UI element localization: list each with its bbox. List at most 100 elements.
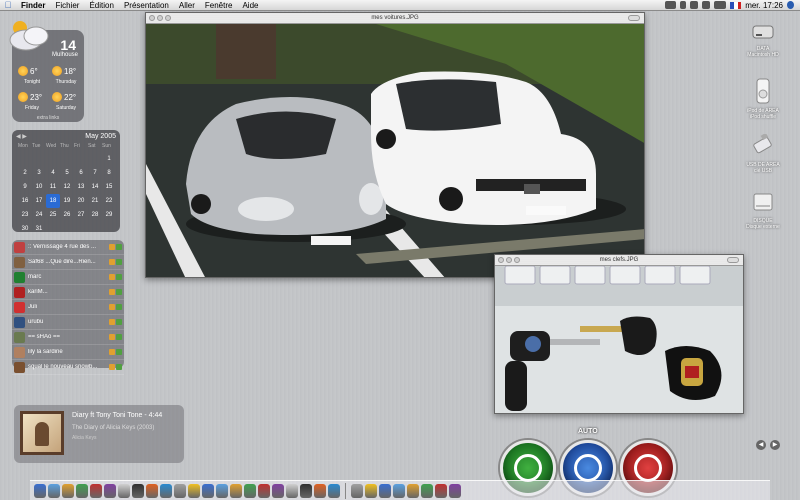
buddy-row[interactable]: marc — [12, 270, 124, 285]
calendar-day[interactable]: 17 — [32, 194, 46, 208]
calendar-day[interactable]: 23 — [18, 208, 32, 222]
menu-fenetre[interactable]: Fenêtre — [200, 1, 238, 10]
menu-aide[interactable]: Aide — [237, 1, 263, 10]
calendar-day[interactable]: 13 — [74, 180, 88, 194]
dock-app-icon[interactable] — [90, 483, 102, 498]
next-arrow-button[interactable]: ▶ — [770, 440, 780, 450]
dock-app-icon[interactable] — [314, 483, 326, 498]
calendar-day[interactable]: 31 — [32, 222, 46, 236]
dock-app-icon[interactable] — [421, 483, 433, 498]
dock-app-icon[interactable] — [76, 483, 88, 498]
calendar-day[interactable]: 1 — [102, 152, 116, 166]
close-button[interactable] — [498, 257, 504, 263]
dock-app-icon[interactable] — [160, 483, 172, 498]
image-window-cars[interactable]: mes voitures.JPG — [145, 12, 645, 278]
dock-app-icon[interactable] — [365, 483, 377, 498]
dock-app-icon[interactable] — [132, 483, 144, 498]
calendar-day[interactable]: 12 — [60, 180, 74, 194]
weather-widget[interactable]: 14 Mulhouse 6° Tonight 18° Thursday 23° … — [9, 21, 84, 122]
calendar-day[interactable]: 14 — [88, 180, 102, 194]
calendar-day[interactable]: 19 — [60, 194, 74, 208]
dock-app-icon[interactable] — [104, 483, 116, 498]
menu-fichier[interactable]: Fichier — [50, 1, 84, 10]
dock-app-icon[interactable] — [407, 483, 419, 498]
buddy-row[interactable]: Juli — [12, 300, 124, 315]
calendar-day[interactable]: 8 — [102, 166, 116, 180]
calendar-day[interactable]: 4 — [46, 166, 60, 180]
calendar-day[interactable]: 25 — [46, 208, 60, 222]
zoom-button[interactable] — [514, 257, 520, 263]
dock-app-icon[interactable] — [188, 483, 200, 498]
image-window-keys[interactable]: mes clefs.JPG — [494, 254, 744, 414]
dock-app-icon[interactable] — [34, 483, 46, 498]
buddy-row[interactable]: kariM... — [12, 285, 124, 300]
buddy-row[interactable]: urubu — [12, 315, 124, 330]
toolbar-toggle-button[interactable] — [727, 257, 739, 263]
calendar-day[interactable]: 7 — [88, 166, 102, 180]
volume-icon[interactable] — [702, 1, 711, 9]
buddy-row[interactable]: :: Vernissage 4 rue des ... — [12, 240, 124, 255]
menu-edition[interactable]: Édition — [84, 1, 118, 10]
menu-aller[interactable]: Aller — [174, 1, 200, 10]
spotlight-icon[interactable] — [787, 1, 794, 9]
dock-app-icon[interactable] — [202, 483, 214, 498]
weather-links[interactable]: extra links — [12, 115, 84, 121]
dock-app-icon[interactable] — [286, 483, 298, 498]
desktop-icon-disque[interactable]: DISQUE Disque externe — [728, 192, 798, 230]
calendar-day[interactable]: 29 — [102, 208, 116, 222]
calendar-day[interactable]: 15 — [102, 180, 116, 194]
menu-presentation[interactable]: Présentation — [119, 1, 174, 10]
calendar-day[interactable]: 9 — [18, 180, 32, 194]
calendar-day[interactable]: 20 — [74, 194, 88, 208]
buddy-row[interactable]: squal le nouveau snowb... — [12, 360, 124, 375]
dock-app-icon[interactable] — [216, 483, 228, 498]
dock-app-icon[interactable] — [230, 483, 242, 498]
minimize-button[interactable] — [157, 15, 163, 21]
calendar-day[interactable]: 16 — [18, 194, 32, 208]
buddy-row[interactable]: == sHAo == — [12, 330, 124, 345]
dock-app-icon[interactable] — [146, 483, 158, 498]
window-titlebar[interactable]: mes voitures.JPG — [146, 13, 644, 24]
calendar-day[interactable]: 26 — [60, 208, 74, 222]
dock-app-icon[interactable] — [62, 483, 74, 498]
calendar-day[interactable]: 27 — [74, 208, 88, 222]
close-button[interactable] — [149, 15, 155, 21]
calendar-day[interactable]: 5 — [60, 166, 74, 180]
dock-app-icon[interactable] — [244, 483, 256, 498]
dock-app-icon[interactable] — [351, 483, 363, 498]
buddy-row[interactable]: lily la sardine — [12, 345, 124, 360]
calendar-day[interactable]: 22 — [102, 194, 116, 208]
calendar-day[interactable]: 30 — [18, 222, 32, 236]
dock-app-icon[interactable] — [48, 483, 60, 498]
menu-finder[interactable]: Finder — [16, 1, 50, 10]
minimize-button[interactable] — [506, 257, 512, 263]
dock-app-icon[interactable] — [258, 483, 270, 498]
dock-app-icon[interactable] — [449, 483, 461, 498]
calendar-day[interactable]: 21 — [88, 194, 102, 208]
toolbar-toggle-button[interactable] — [628, 15, 640, 21]
dock-app-icon[interactable] — [328, 483, 340, 498]
dock-app-icon[interactable] — [300, 483, 312, 498]
itunes-controls-icon[interactable] — [665, 1, 677, 9]
battery-icon[interactable] — [714, 1, 727, 9]
french-flag-icon[interactable] — [730, 1, 742, 9]
apple-icon[interactable]:  — [0, 0, 16, 10]
dock-app-icon[interactable] — [174, 483, 186, 498]
calendar-day[interactable]: 28 — [88, 208, 102, 222]
dock-app-icon[interactable] — [435, 483, 447, 498]
calendar-day[interactable]: 2 — [18, 166, 32, 180]
desktop-icon-usb[interactable]: USB DE AREA clé USB — [728, 132, 798, 174]
bluetooth-icon[interactable] — [680, 1, 687, 9]
dock-app-icon[interactable] — [393, 483, 405, 498]
clock[interactable]: mer. 17:26 — [745, 1, 783, 10]
buddy-row[interactable]: Saf68 ...Que dire...Rien... — [12, 255, 124, 270]
calendar-day[interactable]: 10 — [32, 180, 46, 194]
dock-app-icon[interactable] — [118, 483, 130, 498]
desktop-icon-data[interactable]: DATA Macintosh HD — [728, 22, 798, 58]
itunes-widget[interactable]: Diary ft Tony Toni Tone - 4:44 The Diary… — [14, 405, 184, 463]
prev-arrow-button[interactable]: ◀ — [756, 440, 766, 450]
dock-app-icon[interactable] — [272, 483, 284, 498]
window-titlebar[interactable]: mes clefs.JPG — [495, 255, 743, 266]
calendar-day[interactable]: 18 — [46, 194, 60, 208]
dock-app-icon[interactable] — [379, 483, 391, 498]
